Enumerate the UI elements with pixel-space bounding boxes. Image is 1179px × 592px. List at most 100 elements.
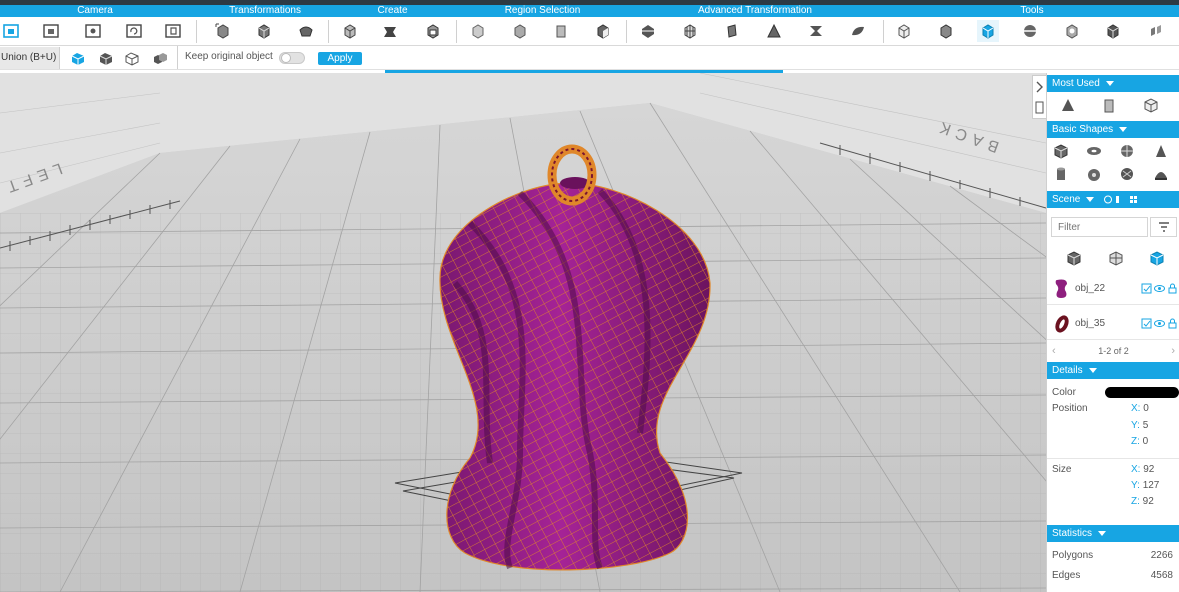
scene-wire-view-button[interactable] [1106, 248, 1126, 268]
size-y[interactable]: Y: 127 [1131, 480, 1159, 491]
region-object-button[interactable] [592, 20, 614, 42]
toolbar-separator [328, 20, 329, 43]
torus-icon [1087, 147, 1101, 155]
adv-twist-button[interactable] [637, 20, 659, 42]
region-edge-button[interactable] [509, 20, 531, 42]
color-swatch[interactable] [1105, 387, 1179, 398]
region-face-button[interactable] [467, 20, 489, 42]
transform-rotate-button[interactable] [253, 20, 275, 42]
stretch-icon [810, 26, 822, 36]
ribbon-category-row: Camera Transformations Create Region Sel… [0, 5, 1179, 17]
tool-slice-button[interactable] [1019, 20, 1041, 42]
scene-solid-view-button[interactable] [1064, 248, 1084, 268]
adv-bend-button[interactable] [721, 20, 743, 42]
shape-cylinder-button[interactable] [1051, 164, 1071, 184]
most-used-header[interactable]: Most Used [1047, 75, 1179, 92]
difference-mode-button[interactable] [151, 50, 169, 67]
camera-focus-button[interactable] [82, 20, 104, 42]
adv-smooth-button[interactable] [847, 20, 869, 42]
create-extrude-button[interactable] [379, 20, 401, 42]
keep-original-toggle[interactable] [279, 52, 305, 64]
position-x[interactable]: X: 0 [1131, 403, 1149, 414]
statistics-header[interactable]: Statistics [1047, 525, 1179, 542]
rotate-cube-icon [258, 24, 270, 39]
scene-canvas[interactable]: LEFT BACK [0, 73, 1046, 592]
scene-header[interactable]: Scene [1047, 191, 1179, 208]
lock-icon[interactable] [1167, 318, 1178, 329]
intersect-mode-button[interactable] [123, 50, 141, 67]
most-used-box-button[interactable] [1099, 95, 1119, 115]
3d-viewport[interactable]: LEFT BACK [0, 73, 1046, 592]
camera-reset-icon [165, 24, 181, 38]
position-z-value: 0 [1142, 436, 1149, 447]
shape-dome-button[interactable] [1151, 164, 1171, 184]
tool-merge-button[interactable] [935, 20, 957, 42]
category-region-selection: Region Selection [504, 5, 581, 16]
shape-geosphere-button[interactable] [1117, 164, 1137, 184]
shape-sphere-button[interactable] [1117, 141, 1137, 161]
tool-union-button[interactable] [977, 20, 999, 42]
tool-boolean-button[interactable] [893, 20, 915, 42]
camera-view-top-icon [43, 24, 59, 38]
union-mode-button[interactable] [69, 50, 87, 67]
filter-icon [1158, 222, 1169, 232]
camera-rotate-button[interactable] [123, 20, 145, 42]
scene-object-row[interactable]: obj_35 [1047, 307, 1179, 340]
slice-sphere-icon [1024, 25, 1036, 37]
edit-icon[interactable] [1141, 318, 1152, 329]
camera-reset-button[interactable] [162, 20, 184, 42]
position-z[interactable]: Z: 0 [1131, 436, 1148, 447]
panel-collapse-tabs[interactable] [1032, 75, 1046, 119]
shape-cone-button[interactable] [1151, 141, 1171, 161]
region-vertex-button[interactable] [550, 20, 572, 42]
visibility-eye-icon[interactable] [1154, 283, 1165, 294]
edit-icon[interactable] [1141, 283, 1152, 294]
toolbar-separator [196, 20, 197, 43]
vase-model-obj-22[interactable] [439, 177, 711, 571]
details-title: Details [1052, 365, 1083, 376]
shape-blob-button[interactable] [1084, 164, 1104, 184]
tool-split-button[interactable] [1102, 20, 1124, 42]
transform-scale-button[interactable] [295, 20, 317, 42]
size-z[interactable]: Z: 92 [1131, 496, 1154, 507]
pager-next-icon[interactable]: › [1171, 343, 1175, 359]
scale-shape-icon [299, 26, 313, 37]
tool-hollow-button[interactable] [1061, 20, 1083, 42]
scene-filter-input[interactable] [1051, 217, 1148, 237]
scene-both-view-button[interactable] [1147, 248, 1167, 268]
camera-top-button[interactable] [40, 20, 62, 42]
pager-prev-icon[interactable]: ‹ [1052, 343, 1056, 359]
create-cube-button[interactable] [339, 20, 361, 42]
lock-icon[interactable] [1167, 283, 1178, 294]
adv-subdivide-button[interactable] [679, 20, 701, 42]
tool-explode-button[interactable] [1144, 20, 1166, 42]
transform-move-button[interactable] [212, 20, 234, 42]
caret-down-icon [1088, 367, 1097, 373]
subdivide-icon [684, 24, 696, 39]
apply-button[interactable]: Apply [318, 52, 362, 65]
difference-mode-icon [154, 53, 167, 64]
size-x[interactable]: X: 92 [1131, 464, 1154, 475]
details-header[interactable]: Details [1047, 362, 1179, 379]
shape-torus-button[interactable] [1084, 141, 1104, 161]
category-create: Create [377, 5, 408, 16]
shape-cube-button[interactable] [1051, 141, 1071, 161]
most-used-cone-button[interactable] [1058, 95, 1078, 115]
camera-select-button[interactable] [0, 20, 22, 42]
visibility-eye-icon[interactable] [1154, 318, 1165, 329]
scene-view-toggles-icon [1104, 195, 1138, 204]
merge-cube-icon [940, 24, 952, 39]
pager-label: 1-2 of 2 [1098, 346, 1129, 356]
adv-taper-button[interactable] [763, 20, 785, 42]
create-mesh-button[interactable] [422, 20, 444, 42]
position-y[interactable]: Y: 5 [1131, 420, 1148, 431]
filter-options-button[interactable] [1150, 217, 1177, 237]
edges-value: 4568 [1150, 570, 1173, 581]
object-select-icon [597, 24, 609, 39]
adv-stretch-button[interactable] [805, 20, 827, 42]
subtract-mode-button[interactable] [97, 50, 115, 67]
basic-shapes-header[interactable]: Basic Shapes [1047, 121, 1179, 138]
most-used-cube-button[interactable] [1141, 95, 1161, 115]
size-x-value: 92 [1143, 464, 1155, 475]
scene-object-row[interactable]: obj_22 [1047, 272, 1179, 305]
